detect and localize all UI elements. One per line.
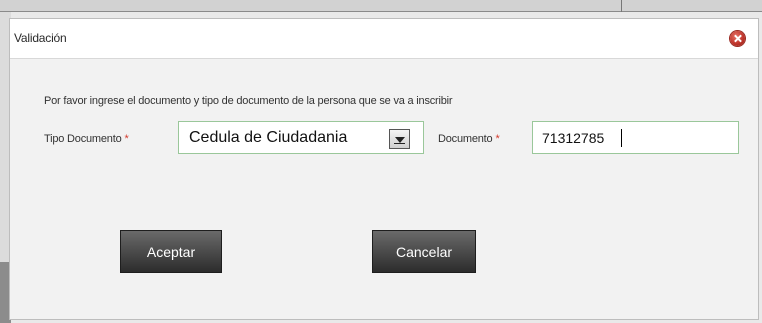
- instruction-text: Por favor ingrese el documento y tipo de…: [44, 95, 453, 107]
- tipo-documento-selected-value: Cedula de Ciudadania: [189, 129, 348, 146]
- chevron-underline: [394, 143, 405, 144]
- tipo-documento-select[interactable]: Cedula de Ciudadania: [178, 121, 424, 154]
- documento-label-text: Documento: [438, 133, 493, 145]
- background-divider: [621, 0, 622, 12]
- validation-dialog: Validación Por favor ingrese el document…: [9, 18, 759, 320]
- documento-input[interactable]: [532, 121, 739, 154]
- background-header-border: [0, 11, 762, 12]
- cancelar-button[interactable]: Cancelar: [372, 230, 476, 273]
- tipo-documento-label: Tipo Documento *: [44, 133, 129, 145]
- required-mark: *: [495, 133, 500, 145]
- documento-label: Documento *: [438, 133, 500, 145]
- dropdown-button[interactable]: [389, 129, 410, 149]
- close-icon[interactable]: [730, 31, 745, 46]
- dialog-titlebar: Validación: [10, 19, 758, 59]
- required-mark: *: [124, 133, 129, 145]
- dialog-title: Validación: [14, 31, 67, 45]
- aceptar-button[interactable]: Aceptar: [120, 230, 222, 273]
- text-caret: [621, 129, 622, 147]
- tipo-documento-label-text: Tipo Documento: [44, 133, 122, 145]
